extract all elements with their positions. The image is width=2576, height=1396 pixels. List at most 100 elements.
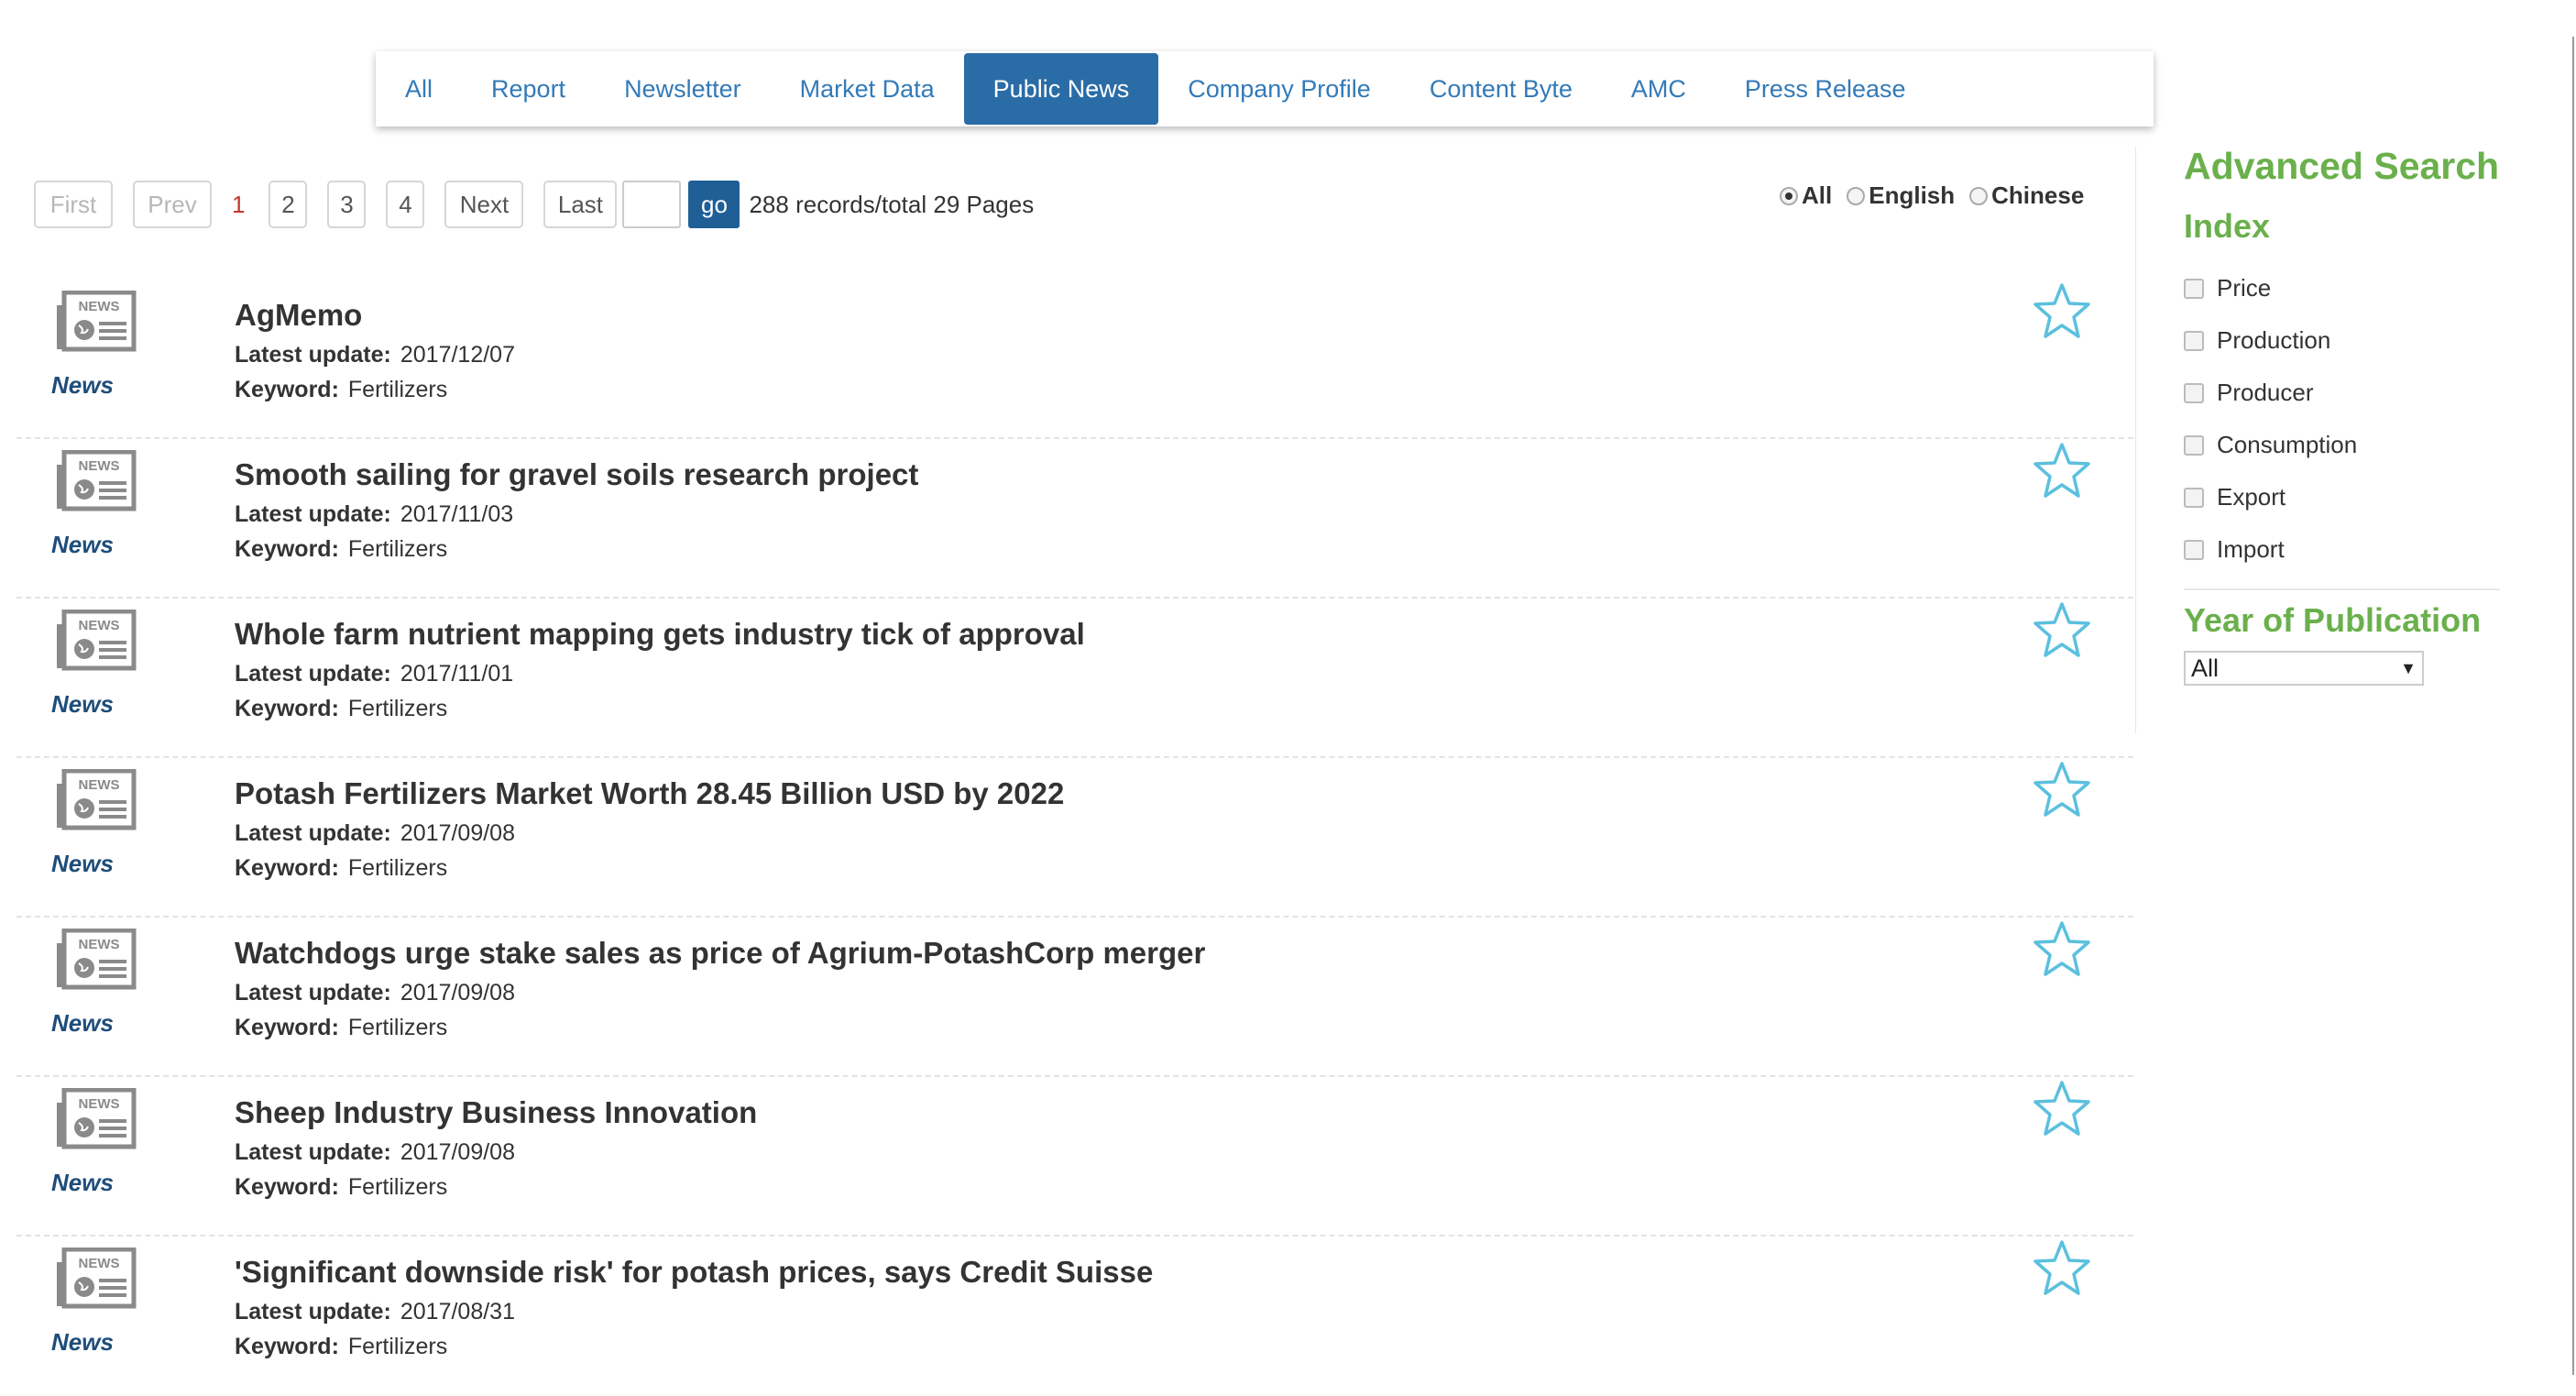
radio-english[interactable] (1847, 186, 1866, 205)
lang-label-chinese: Chinese (1991, 181, 2085, 209)
tab-market-data[interactable]: Market Data (771, 51, 964, 126)
news-icon: NEWS (55, 1087, 137, 1150)
item-type-label: News (51, 1328, 114, 1356)
item-update-line: Latest update: 2017/11/03 (235, 501, 513, 528)
star-icon[interactable] (2033, 441, 2091, 500)
year-heading: Year of Publication (2184, 601, 2482, 639)
tab-newsletter[interactable]: Newsletter (595, 51, 771, 126)
item-keyword: Fertilizers (347, 1334, 448, 1359)
index-label-producer: Producer (2217, 379, 2314, 406)
index-option-consumption[interactable]: Consumption (2184, 419, 2357, 471)
svg-text:NEWS: NEWS (79, 937, 120, 952)
star-icon[interactable] (2033, 760, 2091, 819)
item-update-line: Latest update: 2017/09/08 (235, 820, 515, 847)
checkbox-export[interactable] (2184, 487, 2204, 508)
list-item[interactable]: NEWS News Potash Fertilizers Market Worth … (16, 758, 2133, 918)
chevron-down-icon: ▼ (2400, 658, 2417, 677)
next-page-button[interactable]: Next (444, 181, 524, 228)
news-icon: NEWS (55, 768, 137, 831)
checkbox-import[interactable] (2184, 539, 2204, 560)
prev-page-button[interactable]: Prev (133, 181, 212, 228)
tab-report[interactable]: Report (462, 51, 595, 126)
news-icon: NEWS (55, 609, 137, 672)
index-option-production[interactable]: Production (2184, 314, 2357, 367)
index-checkboxes: Price Production Producer Consumption Ex… (2184, 262, 2357, 576)
item-title-link[interactable]: Sheep Industry Business Innovation (235, 1095, 757, 1130)
index-option-export[interactable]: Export (2184, 471, 2357, 523)
item-keyword-line: Keyword: Fertilizers (235, 1174, 447, 1201)
item-date: 2017/09/08 (400, 820, 515, 846)
item-keyword-label: Keyword: (235, 1174, 339, 1200)
checkbox-price[interactable] (2184, 278, 2204, 299)
tab-all[interactable]: All (376, 51, 462, 126)
tab-amc[interactable]: AMC (1602, 51, 1716, 126)
list-item[interactable]: NEWS News Sheep Industry Business Innovati… (16, 1077, 2133, 1237)
page-4-button[interactable]: 4 (386, 181, 425, 228)
current-page: 1 (232, 190, 246, 218)
item-type-label: News (51, 1009, 114, 1037)
list-item[interactable]: NEWS News Whole farm nutrient mapping gets… (16, 599, 2133, 758)
pagination: First Prev 1 2 3 4 Next Last go 288 reco… (34, 179, 1034, 230)
list-item[interactable]: NEWS News Smooth sailing for gravel soils … (16, 439, 2133, 599)
item-title-link[interactable]: Whole farm nutrient mapping gets industr… (235, 617, 1085, 652)
star-icon[interactable] (2033, 919, 2091, 978)
star-icon[interactable] (2033, 1079, 2091, 1138)
item-title-link[interactable]: Smooth sailing for gravel soils research… (235, 457, 918, 492)
star-icon[interactable] (2033, 281, 2091, 340)
item-keyword: Fertilizers (347, 536, 448, 562)
checkbox-producer[interactable] (2184, 382, 2204, 403)
item-keyword-line: Keyword: Fertilizers (235, 855, 447, 882)
item-type-label: News (51, 531, 114, 558)
radio-chinese[interactable] (1969, 186, 1989, 205)
index-option-import[interactable]: Import (2184, 523, 2357, 576)
item-title-link[interactable]: 'Significant downside risk' for potash p… (235, 1255, 1153, 1290)
index-label-production: Production (2217, 326, 2331, 354)
page-3-button[interactable]: 3 (327, 181, 367, 228)
index-heading: Index (2184, 207, 2271, 245)
item-keyword-line: Keyword: Fertilizers (235, 1015, 447, 1041)
item-update-label: Latest update: (235, 501, 391, 527)
item-type-label: News (51, 850, 114, 877)
index-option-producer[interactable]: Producer (2184, 367, 2357, 419)
list-item[interactable]: NEWS News AgMemo Latest update: 2017/12/07 Ke… (16, 280, 2133, 439)
tab-content-byte[interactable]: Content Byte (1400, 51, 1602, 126)
radio-all[interactable] (1780, 186, 1798, 205)
index-label-export: Export (2217, 483, 2286, 511)
index-option-price[interactable]: Price (2184, 262, 2357, 314)
star-icon[interactable] (2033, 600, 2091, 659)
item-title-link[interactable]: AgMemo (235, 298, 362, 333)
tab-company-profile[interactable]: Company Profile (1158, 51, 1400, 126)
lang-option-english[interactable]: English (1847, 181, 1955, 210)
item-title-link[interactable]: Watchdogs urge stake sales as price of A… (235, 936, 1205, 971)
lang-option-chinese[interactable]: Chinese (1969, 181, 2084, 210)
item-keyword: Fertilizers (347, 696, 448, 721)
item-keyword-label: Keyword: (235, 377, 339, 402)
page-2-button[interactable]: 2 (269, 181, 308, 228)
tab-public-news[interactable]: Public News (963, 53, 1159, 125)
list-item[interactable]: NEWS News Watchdogs urge stake sales as pr… (16, 918, 2133, 1077)
item-update-label: Latest update: (235, 342, 391, 368)
item-title-link[interactable]: Potash Fertilizers Market Worth 28.45 Bi… (235, 776, 1064, 811)
tab-press-release[interactable]: Press Release (1716, 51, 1935, 126)
year-select[interactable]: All ▼ (2184, 651, 2424, 686)
go-button[interactable]: go (688, 181, 740, 228)
list-item[interactable]: NEWS News 'Significant downside risk' for … (16, 1237, 2133, 1396)
first-page-button[interactable]: First (34, 181, 113, 228)
star-icon[interactable] (2033, 1238, 2091, 1297)
news-icon: NEWS (55, 449, 137, 512)
page-number-input[interactable] (622, 181, 682, 228)
item-type-label: News (51, 690, 114, 718)
year-select-value: All (2191, 654, 2220, 682)
news-icon: NEWS (55, 928, 137, 991)
checkbox-consumption[interactable] (2184, 434, 2204, 456)
item-update-line: Latest update: 2017/11/01 (235, 661, 513, 687)
last-page-button[interactable]: Last (543, 181, 618, 228)
item-keyword-line: Keyword: Fertilizers (235, 377, 447, 403)
checkbox-production[interactable] (2184, 330, 2204, 351)
item-update-label: Latest update: (235, 1299, 391, 1325)
lang-option-all[interactable]: All (1780, 181, 1832, 210)
item-keyword-label: Keyword: (235, 536, 339, 562)
sidebar-divider (2135, 147, 2136, 733)
item-keyword-label: Keyword: (235, 696, 339, 721)
svg-text:NEWS: NEWS (79, 1096, 120, 1112)
